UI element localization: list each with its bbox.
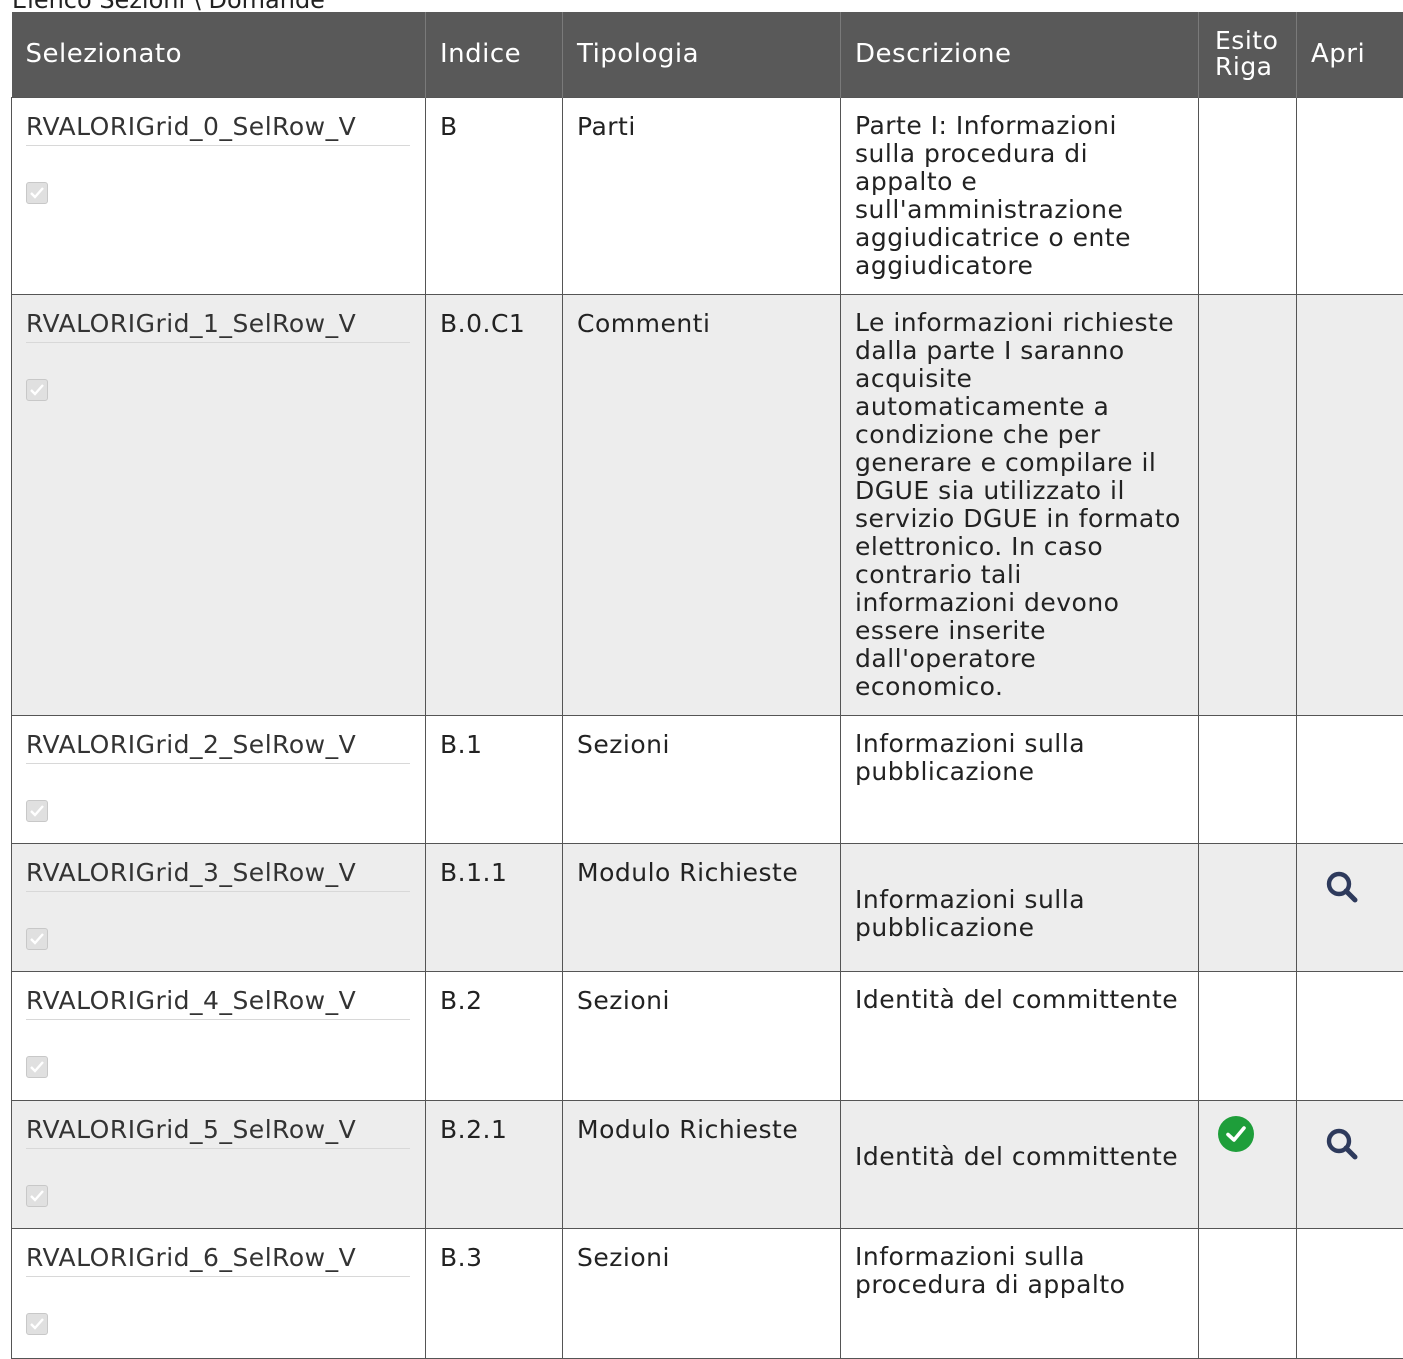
- cell-selezionato: RVALORIGrid_1_SelRow_V: [12, 294, 426, 715]
- cell-esito-riga: [1199, 97, 1297, 294]
- header-selezionato[interactable]: Selezionato: [12, 12, 426, 97]
- cell-apri[interactable]: [1297, 843, 1403, 971]
- cell-descrizione: Le informazioni richieste dalla parte I …: [841, 294, 1199, 715]
- table-row: RVALORIGrid_1_SelRow_V B.0.C1 Commenti L…: [12, 294, 1403, 715]
- cell-selezionato: RVALORIGrid_4_SelRow_V: [12, 971, 426, 1100]
- cell-tipologia: Modulo Richieste: [563, 1100, 841, 1228]
- checkmark-icon: [29, 932, 45, 946]
- cell-selezionato: RVALORIGrid_6_SelRow_V: [12, 1228, 426, 1358]
- header-esito-riga-line2: Riga: [1215, 52, 1273, 81]
- grid-header-row: Selezionato Indice Tipologia Descrizione…: [12, 12, 1403, 97]
- cell-tipologia: Sezioni: [563, 1228, 841, 1358]
- cell-descrizione: Informazioni sulla pubblicazione: [841, 715, 1199, 843]
- cell-esito-riga: [1199, 294, 1297, 715]
- green-check-icon: [1217, 1115, 1255, 1153]
- header-descrizione[interactable]: Descrizione: [841, 12, 1199, 97]
- cell-descrizione: Identità del committente: [841, 1100, 1199, 1228]
- cell-tipologia: Sezioni: [563, 971, 841, 1100]
- cell-selezionato: RVALORIGrid_3_SelRow_V: [12, 843, 426, 971]
- checkmark-icon: [29, 804, 45, 818]
- cell-indice: B.0.C1: [426, 294, 563, 715]
- magnifier-icon[interactable]: [1325, 1127, 1359, 1161]
- cell-apri: [1297, 294, 1403, 715]
- row-checkbox[interactable]: [26, 1313, 48, 1335]
- row-selector-name: RVALORIGrid_2_SelRow_V: [26, 730, 410, 764]
- cell-tipologia: Parti: [563, 97, 841, 294]
- cell-descrizione: Identità del committente: [841, 971, 1199, 1100]
- row-checkbox[interactable]: [26, 1185, 48, 1207]
- row-selector-name: RVALORIGrid_5_SelRow_V: [26, 1115, 410, 1149]
- table-row: RVALORIGrid_0_SelRow_V B Parti Parte I: …: [12, 97, 1403, 294]
- row-selector-name: RVALORIGrid_4_SelRow_V: [26, 986, 410, 1020]
- row-checkbox[interactable]: [26, 928, 48, 950]
- sections-questions-grid: Selezionato Indice Tipologia Descrizione…: [11, 12, 1403, 1359]
- header-esito-riga[interactable]: Esito Riga: [1199, 12, 1297, 97]
- header-tipologia[interactable]: Tipologia: [563, 12, 841, 97]
- cell-esito-riga: [1199, 715, 1297, 843]
- cell-esito-riga: [1199, 1100, 1297, 1228]
- header-apri[interactable]: Apri: [1297, 12, 1403, 97]
- cell-apri: [1297, 97, 1403, 294]
- cell-tipologia: Sezioni: [563, 715, 841, 843]
- checkmark-icon: [29, 1060, 45, 1074]
- magnifier-icon[interactable]: [1325, 870, 1359, 904]
- cell-apri: [1297, 715, 1403, 843]
- cell-esito-riga: [1199, 843, 1297, 971]
- table-row: RVALORIGrid_5_SelRow_V B.2.1 Modulo Rich…: [12, 1100, 1403, 1228]
- cell-selezionato: RVALORIGrid_0_SelRow_V: [12, 97, 426, 294]
- header-indice[interactable]: Indice: [426, 12, 563, 97]
- row-checkbox[interactable]: [26, 182, 48, 204]
- cell-selezionato: RVALORIGrid_2_SelRow_V: [12, 715, 426, 843]
- cell-selezionato: RVALORIGrid_5_SelRow_V: [12, 1100, 426, 1228]
- cell-apri[interactable]: [1297, 1100, 1403, 1228]
- cell-descrizione: Informazioni sulla pubblicazione: [841, 843, 1199, 971]
- cell-indice: B.1.1: [426, 843, 563, 971]
- row-checkbox[interactable]: [26, 800, 48, 822]
- cell-tipologia: Modulo Richieste: [563, 843, 841, 971]
- cell-descrizione: Parte I: Informazioni sulla procedura di…: [841, 97, 1199, 294]
- checkmark-icon: [29, 1317, 45, 1331]
- row-selector-name: RVALORIGrid_3_SelRow_V: [26, 858, 410, 892]
- cell-indice: B.2: [426, 971, 563, 1100]
- row-selector-name: RVALORIGrid_6_SelRow_V: [26, 1243, 410, 1277]
- row-selector-name: RVALORIGrid_1_SelRow_V: [26, 309, 410, 343]
- checkmark-icon: [29, 186, 45, 200]
- cell-apri: [1297, 971, 1403, 1100]
- cell-indice: B.1: [426, 715, 563, 843]
- cell-descrizione: Informazioni sulla procedura di appalto: [841, 1228, 1199, 1358]
- cell-tipologia: Commenti: [563, 294, 841, 715]
- row-selector-name: RVALORIGrid_0_SelRow_V: [26, 112, 410, 146]
- checkmark-icon: [29, 1189, 45, 1203]
- row-checkbox[interactable]: [26, 1056, 48, 1078]
- row-checkbox[interactable]: [26, 379, 48, 401]
- cell-indice: B.2.1: [426, 1100, 563, 1228]
- cell-indice: B.3: [426, 1228, 563, 1358]
- table-row: RVALORIGrid_2_SelRow_V B.1 Sezioni Infor…: [12, 715, 1403, 843]
- table-row: RVALORIGrid_4_SelRow_V B.2 Sezioni Ident…: [12, 971, 1403, 1100]
- header-esito-riga-line1: Esito: [1215, 26, 1278, 55]
- table-row: RVALORIGrid_6_SelRow_V B.3 Sezioni Infor…: [12, 1228, 1403, 1358]
- table-row: RVALORIGrid_3_SelRow_V B.1.1 Modulo Rich…: [12, 843, 1403, 971]
- cell-esito-riga: [1199, 971, 1297, 1100]
- checkmark-icon: [29, 383, 45, 397]
- cell-indice: B: [426, 97, 563, 294]
- cell-apri: [1297, 1228, 1403, 1358]
- cell-esito-riga: [1199, 1228, 1297, 1358]
